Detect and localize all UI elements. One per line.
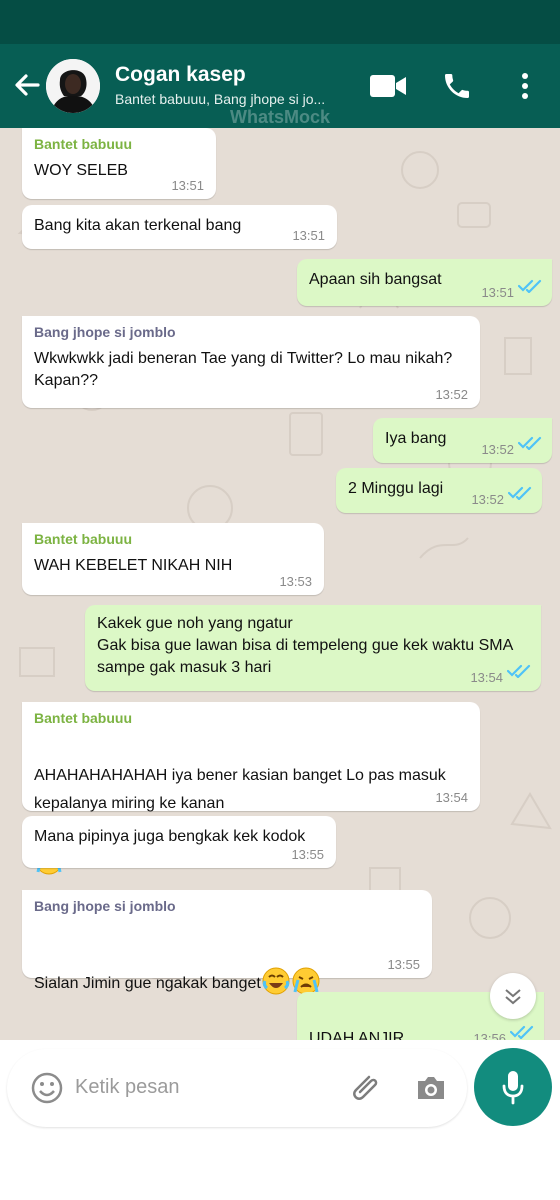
camera-icon[interactable]	[413, 1070, 449, 1106]
message-bubble-outgoing[interactable]: Iya bang 13:52	[373, 418, 552, 463]
sender-name: Bantet babuuu	[34, 136, 132, 152]
message-text: Kakek gue noh yang ngatur Gak bisa gue l…	[97, 615, 513, 676]
message-time: 13:54	[470, 670, 503, 685]
message-text: Bang kita akan terkenal bang	[34, 217, 242, 234]
message-input[interactable]: Ketik pesan	[75, 1076, 180, 1099]
message-bubble-incoming[interactable]: Bantet babuuu AHAHAHAHAHAH iya bener kas…	[22, 702, 480, 875]
message-time: 13:55	[387, 957, 420, 972]
message-bubble-outgoing[interactable]: 2 Minggu lagi 13:52	[336, 468, 542, 513]
scroll-down-icon[interactable]	[490, 973, 536, 1019]
sender-name: Bang jhope si jomblo	[34, 324, 176, 340]
mic-icon	[502, 1071, 524, 1105]
message-bubble-incoming[interactable]: Bang jhope si jomblo Wkwkwkk jadi benera…	[22, 316, 480, 408]
message-bubble-outgoing[interactable]: Kakek gue noh yang ngatur Gak bisa gue l…	[85, 605, 541, 691]
message-input-bar[interactable]: Ketik pesan	[7, 1049, 467, 1127]
message-time: 13:52	[435, 387, 468, 402]
video-call-icon[interactable]	[368, 68, 408, 104]
message-time: 13:51	[292, 228, 325, 243]
double-check-read-icon	[509, 1025, 534, 1040]
sender-name: Bang jhope si jomblo	[34, 898, 176, 914]
message-time: 13:51	[171, 178, 204, 193]
crying-face-icon	[291, 944, 321, 995]
sender-name: Bantet babuuu	[34, 531, 132, 547]
message-time: 13:51	[481, 285, 514, 300]
message-text: AHAHAHAHAHAH iya bener kasian banget Lo …	[34, 767, 446, 812]
message-text: WAH KEBELET NIKAH NIH	[34, 557, 233, 574]
chat-area[interactable]: Bantet babuuu WOY SELEB 13:51 Bang kita …	[0, 128, 560, 1040]
sender-name: Bantet babuuu	[34, 710, 132, 726]
double-check-read-icon	[517, 436, 542, 455]
message-bubble-incoming[interactable]: Bantet babuuu WAH KEBELET NIKAH NIH 13:5…	[22, 523, 324, 595]
message-bubble-incoming[interactable]: Bang kita akan terkenal bang 13:51	[22, 205, 337, 249]
message-time: 13:55	[291, 847, 324, 862]
double-check-read-icon	[506, 664, 531, 683]
message-bubble-outgoing[interactable]: Apaan sih bangsat 13:51	[297, 259, 552, 306]
message-bubble-incoming[interactable]: Bang jhope si jomblo Sialan Jimin gue ng…	[22, 890, 432, 995]
group-avatar[interactable]	[46, 59, 100, 113]
chat-title[interactable]: Cogan kasep	[115, 63, 246, 87]
whatsapp-group-chat: Cogan kasep Bantet babuuu, Bang jhope si…	[0, 0, 560, 1200]
message-bubble-incoming[interactable]: Bantet babuuu WOY SELEB 13:51	[22, 128, 216, 199]
message-text: Iya bang	[385, 430, 447, 447]
message-time: 13:53	[279, 574, 312, 589]
chat-members[interactable]: Bantet babuuu, Bang jhope si jo...	[115, 91, 325, 107]
bottom-empty-area	[0, 1134, 560, 1200]
message-text: UDAH ANJIR	[309, 1030, 405, 1040]
double-check-read-icon	[517, 279, 542, 298]
double-check-read-icon	[507, 486, 532, 505]
attach-icon[interactable]	[351, 1070, 387, 1106]
message-text: Wkwkwkk jadi beneran Tae yang di Twitter…	[34, 350, 453, 389]
mic-button[interactable]	[474, 1048, 552, 1126]
message-text: Sialan Jimin gue ngakak banget	[34, 975, 261, 992]
message-time: 13:52	[471, 492, 504, 507]
watermark: WhatsMock	[229, 107, 330, 127]
more-vertical-icon[interactable]	[506, 68, 544, 104]
message-text: Mana pipinya juga bengkak kek kodok	[34, 828, 306, 845]
status-bar	[0, 0, 560, 44]
back-arrow-icon[interactable]	[10, 68, 44, 102]
chat-header: Cogan kasep Bantet babuuu, Bang jhope si…	[0, 44, 560, 128]
tears-of-joy-face-icon	[261, 944, 291, 995]
phone-icon[interactable]	[437, 68, 477, 104]
message-bubble-incoming[interactable]: Mana pipinya juga bengkak kek kodok 13:5…	[22, 816, 336, 868]
message-time: 13:52	[481, 442, 514, 457]
message-time: 13:56	[473, 1031, 506, 1040]
message-time: 13:54	[435, 790, 468, 805]
emoji-icon[interactable]	[30, 1071, 64, 1105]
